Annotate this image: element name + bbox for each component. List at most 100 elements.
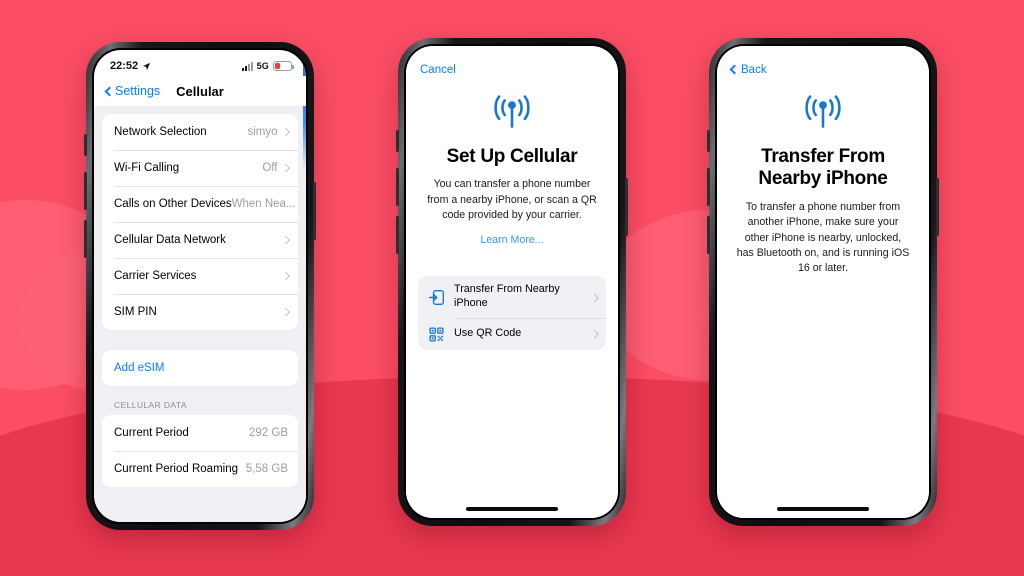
back-button-label: Settings (115, 84, 161, 98)
navigation-bar: Settings Cellular (94, 76, 306, 106)
volume-up-button[interactable] (396, 168, 399, 206)
setup-hero: Set Up Cellular You can transfer a phone… (406, 80, 618, 248)
phone-bezel: Back Transfer From Nearby iPhone To tran… (715, 44, 931, 520)
chevron-right-icon (281, 164, 290, 172)
back-button[interactable]: Settings (104, 84, 161, 98)
chevron-right-icon (281, 272, 290, 280)
home-indicator[interactable] (466, 507, 558, 511)
phone-mockup-settings: 22:52 5G Settings Cellular Network Selec… (84, 42, 316, 530)
row-value: When Nea... (231, 198, 296, 210)
screen-transfer-from-nearby-iphone: Back Transfer From Nearby iPhone To tran… (717, 46, 929, 518)
chevron-right-icon (281, 308, 290, 316)
setup-description: You can transfer a phone number from a n… (427, 178, 597, 222)
setup-option-list: Transfer From Nearby iPhone Use QR Code (418, 276, 606, 351)
settings-group-cellular: Network Selection simyo Wi-Fi Calling Of… (102, 114, 298, 330)
row-label: Wi-Fi Calling (114, 162, 180, 174)
power-button[interactable] (313, 182, 316, 240)
learn-more-link[interactable]: Learn More... (480, 234, 543, 246)
settings-row-current-period-roaming[interactable]: Current Period Roaming 5,58 GB (102, 451, 298, 487)
settings-row-current-period[interactable]: Current Period 292 GB (102, 415, 298, 451)
home-indicator[interactable] (777, 507, 869, 511)
add-esim-button[interactable]: Add eSIM (102, 350, 298, 386)
setup-top-bar: Cancel (406, 46, 618, 80)
row-right (278, 308, 290, 316)
row-right: 292 GB (249, 427, 288, 439)
volume-down-button[interactable] (707, 216, 710, 254)
settings-row-calls-on-other-devices[interactable]: Calls on Other Devices When Nea... (102, 186, 298, 222)
back-button-label: Back (741, 63, 767, 76)
option-label: Use QR Code (454, 327, 522, 340)
battery-low-icon (273, 61, 294, 71)
signal-bars-icon (241, 61, 253, 71)
row-value: simyo (247, 126, 278, 138)
row-label: Network Selection (114, 126, 207, 138)
setup-title: Set Up Cellular (446, 146, 578, 167)
row-value: 292 GB (249, 427, 288, 439)
volume-down-button[interactable] (84, 220, 87, 258)
status-time: 22:52 (110, 60, 139, 72)
settings-group-add-esim: Add eSIM (102, 350, 298, 386)
setup-description: To transfer a phone number from another … (736, 200, 910, 275)
chevron-left-icon (729, 64, 740, 75)
row-value: Off (262, 162, 278, 174)
phone-bezel: Cancel Set Up Cellular You can transfer … (404, 44, 620, 520)
row-label: SIM PIN (114, 306, 157, 318)
row-right (278, 236, 290, 244)
settings-group-data-usage: Current Period 292 GB Current Period Roa… (102, 415, 298, 487)
power-button[interactable] (625, 178, 628, 236)
row-value: 5,58 GB (245, 463, 288, 475)
cancel-button[interactable]: Cancel (420, 64, 456, 76)
row-right: simyo (247, 126, 290, 138)
setup-top-bar: Back (717, 46, 929, 80)
settings-row-cellular-data-network[interactable]: Cellular Data Network (102, 222, 298, 258)
row-right: When Nea... (232, 198, 298, 210)
chevron-left-icon (104, 86, 115, 96)
mute-switch[interactable] (84, 134, 87, 156)
status-bar: 22:52 5G (94, 50, 306, 76)
cellular-antenna-icon (805, 95, 841, 128)
volume-down-button[interactable] (396, 216, 399, 254)
row-label: Cellular Data Network (114, 234, 226, 246)
option-label: Transfer From Nearby iPhone (454, 283, 560, 310)
row-right: Off (262, 162, 290, 174)
power-button[interactable] (936, 178, 939, 236)
phone-mockup-transfer-nearby: Back Transfer From Nearby iPhone To tran… (707, 38, 939, 526)
screen-edge-glare (303, 50, 306, 170)
screen-set-up-cellular: Cancel Set Up Cellular You can transfer … (406, 46, 618, 518)
network-type-label: 5G (256, 61, 269, 71)
row-right (278, 272, 290, 280)
section-header-cellular-data: CELLULAR DATA (114, 400, 187, 410)
settings-row-network-selection[interactable]: Network Selection simyo (102, 114, 298, 150)
row-label: Current Period Roaming (114, 463, 239, 475)
chevron-right-icon (590, 330, 599, 338)
cellular-antenna-icon (494, 95, 530, 128)
settings-row-sim-pin[interactable]: SIM PIN (102, 294, 298, 330)
row-right: 5,58 GB (246, 463, 288, 475)
back-button[interactable]: Back (729, 63, 767, 76)
status-bar-left: 22:52 (110, 60, 151, 72)
cancel-button-label: Cancel (420, 64, 456, 76)
status-bar-right: 5G (241, 61, 294, 71)
setup-title: Transfer From Nearby iPhone (758, 146, 888, 190)
row-label: Calls on Other Devices (114, 198, 232, 210)
row-label: Current Period (114, 427, 189, 439)
transfer-sim-icon (428, 289, 444, 305)
phone-bezel: 22:52 5G Settings Cellular Network Selec… (92, 48, 308, 524)
add-esim-label: Add eSIM (114, 362, 165, 374)
settings-row-wifi-calling[interactable]: Wi-Fi Calling Off (102, 150, 298, 186)
phone-mockup-setup-cellular: Cancel Set Up Cellular You can transfer … (396, 38, 628, 526)
mute-switch[interactable] (707, 130, 710, 152)
qr-code-icon (429, 327, 444, 342)
volume-up-button[interactable] (84, 172, 87, 210)
settings-row-carrier-services[interactable]: Carrier Services (102, 258, 298, 294)
mute-switch[interactable] (396, 130, 399, 152)
transfer-nearby-panel: Back Transfer From Nearby iPhone To tran… (717, 46, 929, 518)
chevron-right-icon (281, 128, 290, 136)
settings-list: Network Selection simyo Wi-Fi Calling Of… (94, 106, 306, 522)
volume-up-button[interactable] (707, 168, 710, 206)
chevron-right-icon (590, 293, 599, 302)
option-transfer-from-nearby-iphone[interactable]: Transfer From Nearby iPhone (418, 276, 606, 318)
setup-cellular-panel: Cancel Set Up Cellular You can transfer … (406, 46, 618, 518)
option-use-qr-code[interactable]: Use QR Code (418, 318, 606, 350)
screen-cellular-settings: 22:52 5G Settings Cellular Network Selec… (94, 50, 306, 522)
